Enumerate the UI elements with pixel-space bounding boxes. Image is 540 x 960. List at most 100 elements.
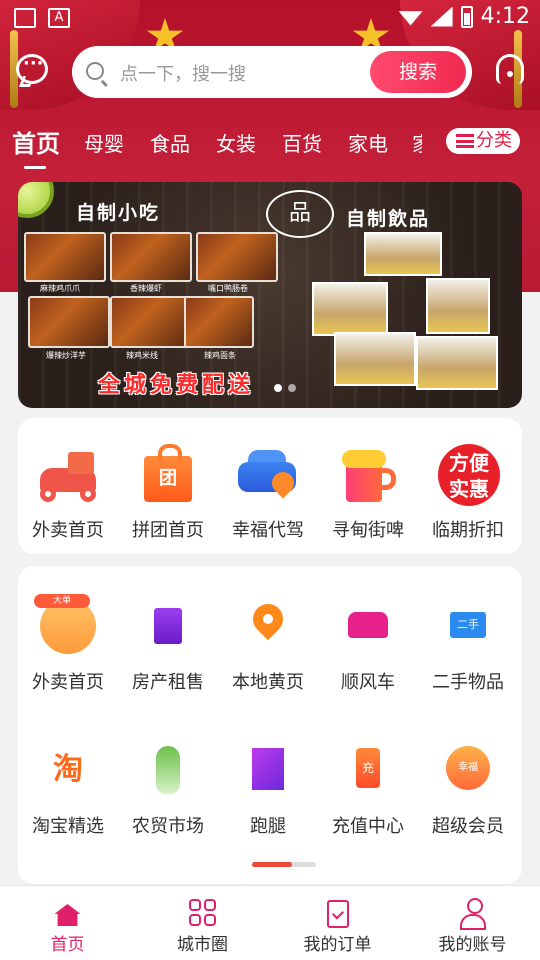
food-photo (184, 296, 254, 348)
service-second-hand[interactable]: 二手 二手物品 (418, 594, 518, 694)
user-icon (458, 898, 488, 930)
service-local-yellow-pages[interactable]: 本地黄页 (218, 594, 318, 694)
services-page-indicator (252, 862, 316, 867)
service-label: 充值中心 (332, 816, 404, 837)
menu-icon (456, 134, 474, 148)
customer-service-icon[interactable] (496, 54, 524, 84)
search-button[interactable]: 搜索 (370, 51, 466, 93)
entry-group-buy-home[interactable]: 团 拼团首页 (118, 442, 218, 542)
banner-pager (274, 384, 296, 392)
nav-my-orders[interactable]: 我的订单 (270, 886, 405, 955)
food-caption: 辣鸡米线 (126, 351, 158, 360)
tab-general-goods[interactable]: 百货 (282, 128, 322, 157)
service-label: 农贸市场 (132, 816, 204, 837)
drink-photo (364, 232, 442, 276)
drink-photo (312, 282, 388, 336)
nav-label: 我的账号 (438, 935, 507, 955)
message-icon[interactable] (16, 53, 48, 84)
taobao-icon: 淘 (53, 752, 83, 787)
nav-label: 首页 (50, 935, 85, 955)
building-icon (136, 594, 200, 658)
vegetable-icon (136, 738, 200, 802)
car-location-icon (236, 442, 300, 506)
city-circle-icon (188, 898, 218, 928)
nav-city-circle[interactable]: 城市圈 (135, 886, 270, 955)
pager-dot[interactable] (288, 384, 296, 392)
search-row: 点一下，搜一搜 搜索 (0, 46, 540, 98)
service-property-rental[interactable]: 房产租售 (118, 594, 218, 694)
nav-home[interactable]: 首页 (0, 886, 135, 955)
service-label: 房产租售 (132, 672, 204, 693)
service-ride-share[interactable]: 顺风车 (318, 594, 418, 694)
service-takeout-home[interactable]: 大单 外卖首页 (18, 594, 118, 694)
shop-logo: 品 (266, 190, 334, 238)
entry-street-beer[interactable]: 寻甸街啤 (318, 442, 418, 542)
drink-photo (334, 332, 416, 386)
tab-womens-clothing[interactable]: 女装 (216, 128, 256, 157)
vip-badge-icon: 幸福 (436, 738, 500, 802)
service-label: 淘宝精选 (32, 816, 104, 837)
active-tab-indicator (24, 166, 46, 169)
service-label: 跑腿 (250, 816, 286, 837)
nav-label: 我的订单 (303, 935, 372, 955)
entry-designated-driver[interactable]: 幸福代驾 (218, 442, 318, 542)
group-bag-icon: 团 (136, 442, 200, 506)
entry-takeout-home[interactable]: 外卖首页 (18, 442, 118, 542)
service-super-member[interactable]: 幸福 超级会员 (418, 738, 518, 838)
search-box[interactable]: 点一下，搜一搜 搜索 (72, 46, 472, 98)
entry-label: 外卖首页 (32, 520, 104, 541)
service-farmers-market[interactable]: 农贸市场 (118, 738, 218, 838)
delivery-round-icon: 大单 (34, 594, 100, 658)
services-card: 大单 外卖首页 房产租售 本地黄页 顺风车 二手 二手物品 淘 淘宝精选 农贸市… (18, 566, 522, 884)
status-bar: A 4:12 (0, 0, 540, 36)
banner-slogan: 全城免费配送 (98, 373, 255, 398)
service-recharge-center[interactable]: 充 充值中心 (318, 738, 418, 838)
category-button-label: 分类 (476, 130, 512, 151)
nav-my-account[interactable]: 我的账号 (405, 886, 540, 955)
entry-expiring-discount[interactable]: 方便 实惠 临期折扣 (418, 442, 518, 542)
location-pin-icon (236, 594, 300, 658)
tab-home[interactable]: 首页 (12, 124, 60, 159)
food-caption: 爆辣炒洋芋 (46, 351, 86, 360)
service-taobao-picks[interactable]: 淘 淘宝精选 (18, 738, 118, 838)
search-icon (86, 62, 104, 80)
tab-food[interactable]: 食品 (150, 128, 190, 157)
home-icon (53, 898, 83, 928)
phone-charge-icon: 充 (336, 738, 400, 802)
second-hand-sign-icon: 二手 (436, 594, 500, 658)
service-label: 外卖首页 (32, 672, 104, 693)
category-button[interactable]: 分类 (446, 128, 520, 154)
food-photo (24, 232, 106, 282)
tab-baby[interactable]: 母婴 (84, 128, 124, 157)
battery-icon (460, 5, 473, 28)
service-label: 超级会员 (432, 816, 504, 837)
wifi-icon (398, 11, 423, 26)
service-label: 本地黄页 (232, 672, 304, 693)
entry-label: 临期折扣 (432, 520, 504, 541)
category-tabs: 首页 母婴 食品 女装 百货 家电 家 分类 (0, 124, 540, 170)
deal-badge-icon: 方便 实惠 (436, 442, 500, 506)
bottom-nav: 首页 城市圈 我的订单 我的账号 (0, 885, 540, 960)
scooter-icon (36, 442, 100, 506)
tab-home-goods[interactable]: 家 (412, 128, 422, 157)
service-errands[interactable]: 跑腿 (218, 738, 318, 838)
food-caption: 辣鸡面条 (204, 351, 236, 360)
food-photo (196, 232, 278, 282)
signal-icon (430, 6, 453, 27)
food-caption: 嘴口鸭肠卷 (208, 284, 248, 293)
promo-banner[interactable]: 自制小吃 品 自制飲品 麻辣鸡爪爪 香辣爆虾 嘴口鸭肠卷 爆辣炒洋芋 辣鸡米线 … (18, 182, 522, 408)
entry-label: 幸福代驾 (232, 520, 304, 541)
banner-title-snacks: 自制小吃 (76, 202, 161, 224)
indicator-active (252, 862, 292, 867)
clock: 4:12 (480, 4, 530, 29)
search-input[interactable]: 点一下，搜一搜 (120, 60, 246, 86)
tab-appliances[interactable]: 家电 (348, 128, 388, 157)
beer-icon (336, 442, 400, 506)
pager-dot-active[interactable] (274, 384, 282, 392)
service-label: 二手物品 (432, 672, 504, 693)
food-caption: 麻辣鸡爪爪 (40, 284, 80, 293)
food-photo (110, 232, 192, 282)
runner-icon (236, 738, 300, 802)
gallery-notification-icon (14, 8, 36, 28)
nav-label: 城市圈 (177, 935, 228, 955)
